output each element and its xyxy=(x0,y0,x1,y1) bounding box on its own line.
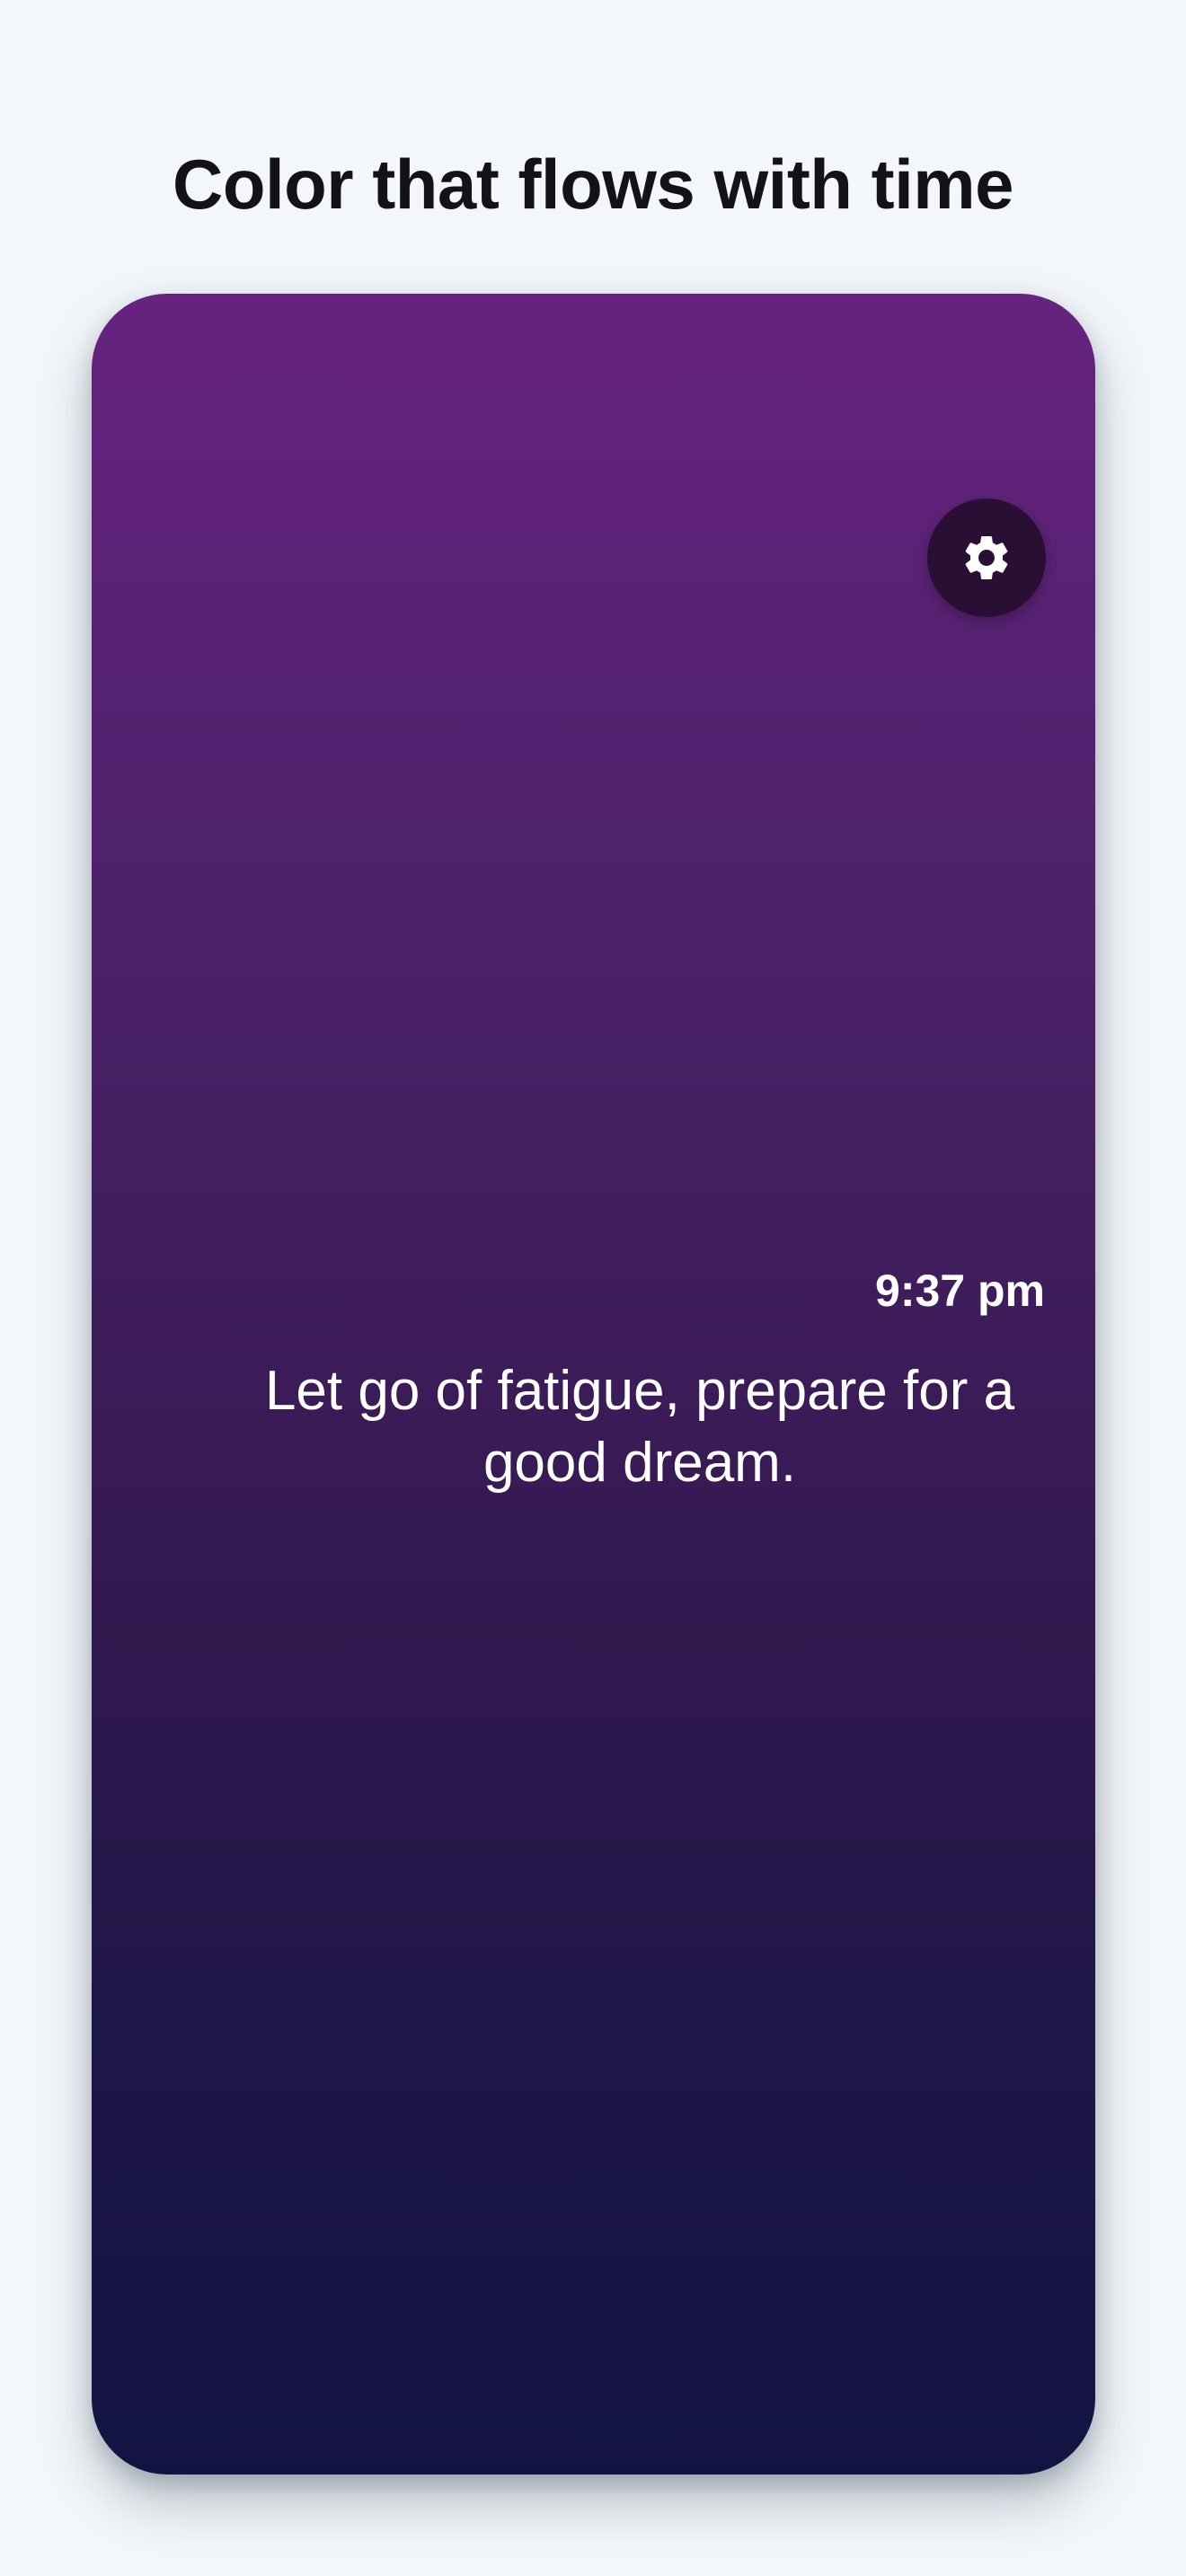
page-headline: Color that flows with time xyxy=(173,145,1014,224)
time-color-card: 9:37 pm Let go of fatigue, prepare for a… xyxy=(92,294,1095,2475)
time-message: Let go of fatigue, prepare for a good dr… xyxy=(264,1360,1015,1494)
gear-icon xyxy=(965,536,1008,579)
current-time: 9:37 pm xyxy=(875,1266,1045,1316)
settings-button[interactable] xyxy=(927,498,1046,617)
